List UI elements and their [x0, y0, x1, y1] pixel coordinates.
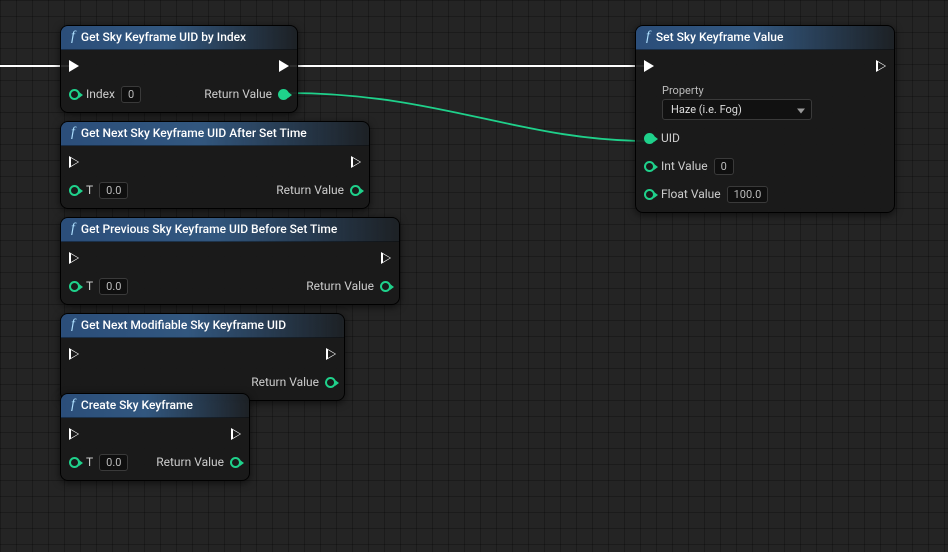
return-value-pin[interactable]: Return Value	[276, 180, 361, 200]
exec-in-pin[interactable]	[69, 248, 128, 268]
pin-label: T	[86, 279, 93, 293]
exec-in-pin[interactable]	[69, 56, 141, 76]
return-value-pin[interactable]: Return Value	[251, 372, 336, 392]
function-icon: f	[646, 30, 650, 44]
node-get-previous-sky-keyframe-uid-before-set-time[interactable]: f Get Previous Sky Keyframe UID Before S…	[60, 217, 400, 305]
node-get-sky-keyframe-uid-by-index[interactable]: f Get Sky Keyframe UID by Index Index 0 …	[60, 25, 298, 113]
index-value[interactable]: 0	[121, 86, 141, 103]
t-value[interactable]: 0.0	[99, 454, 128, 471]
property-label: Property	[662, 84, 812, 97]
index-input-pin[interactable]: Index 0	[69, 84, 141, 104]
node-title: Set Sky Keyframe Value	[656, 30, 784, 44]
t-value[interactable]: 0.0	[99, 278, 128, 295]
t-value[interactable]: 0.0	[99, 182, 128, 199]
exec-out-pin[interactable]	[351, 152, 361, 172]
pin-label: Return Value	[276, 183, 344, 197]
pin-label: T	[86, 183, 93, 197]
pin-label: Return Value	[251, 375, 319, 389]
pin-label: Return Value	[306, 279, 374, 293]
node-header[interactable]: f Get Sky Keyframe UID by Index	[61, 26, 297, 50]
node-header[interactable]: f Get Next Sky Keyframe UID After Set Ti…	[61, 122, 369, 146]
pin-label: Index	[86, 87, 115, 101]
t-input-pin[interactable]: T 0.0	[69, 452, 128, 472]
node-title: Get Next Sky Keyframe UID After Set Time	[81, 126, 307, 140]
node-get-next-modifiable-sky-keyframe-uid[interactable]: f Get Next Modifiable Sky Keyframe UID R…	[60, 313, 345, 401]
exec-out-pin[interactable]	[876, 56, 886, 76]
float-value-input-pin[interactable]: Float Value 100.0	[644, 184, 812, 204]
node-title: Get Previous Sky Keyframe UID Before Set…	[81, 222, 337, 236]
node-header[interactable]: f Get Previous Sky Keyframe UID Before S…	[61, 218, 399, 242]
node-title: Get Next Modifiable Sky Keyframe UID	[81, 318, 286, 332]
return-value-pin[interactable]: Return Value	[156, 452, 241, 472]
exec-in-pin[interactable]	[69, 344, 79, 364]
exec-out-pin[interactable]	[381, 248, 391, 268]
function-icon: f	[71, 30, 75, 44]
pin-label: Return Value	[156, 455, 224, 469]
t-input-pin[interactable]: T 0.0	[69, 276, 128, 296]
exec-out-pin[interactable]	[279, 56, 289, 76]
node-header[interactable]: f Get Next Modifiable Sky Keyframe UID	[61, 314, 344, 338]
node-header[interactable]: f Set Sky Keyframe Value	[636, 26, 894, 50]
function-icon: f	[71, 318, 75, 332]
uid-input-pin[interactable]: UID	[644, 128, 812, 148]
node-create-sky-keyframe[interactable]: f Create Sky Keyframe T 0.0 Return Value	[60, 393, 250, 481]
property-value: Haze (i.e. Fog)	[671, 103, 742, 116]
node-get-next-sky-keyframe-uid-after-set-time[interactable]: f Get Next Sky Keyframe UID After Set Ti…	[60, 121, 370, 209]
node-header[interactable]: f Create Sky Keyframe	[61, 394, 249, 418]
node-set-sky-keyframe-value[interactable]: f Set Sky Keyframe Value Property Haze (…	[635, 25, 895, 213]
float-value[interactable]: 100.0	[727, 186, 769, 203]
pin-label: T	[86, 455, 93, 469]
return-value-pin[interactable]: Return Value	[306, 276, 391, 296]
pin-label: Int Value	[661, 159, 708, 173]
return-value-pin[interactable]: Return Value	[204, 84, 289, 104]
function-icon: f	[71, 398, 75, 412]
exec-in-pin[interactable]	[69, 152, 128, 172]
property-dropdown[interactable]: Haze (i.e. Fog)	[662, 99, 812, 120]
t-input-pin[interactable]: T 0.0	[69, 180, 128, 200]
pin-label: UID	[661, 131, 680, 145]
node-title: Create Sky Keyframe	[81, 398, 193, 412]
pin-label: Return Value	[204, 87, 272, 101]
pin-label: Float Value	[661, 187, 721, 201]
function-icon: f	[71, 126, 75, 140]
exec-in-pin[interactable]	[644, 56, 812, 76]
int-value[interactable]: 0	[714, 158, 734, 175]
exec-out-pin[interactable]	[326, 344, 336, 364]
exec-in-pin[interactable]	[69, 424, 128, 444]
node-title: Get Sky Keyframe UID by Index	[81, 30, 246, 44]
blueprint-canvas[interactable]: f Get Sky Keyframe UID by Index Index 0 …	[0, 0, 948, 552]
function-icon: f	[71, 222, 75, 236]
exec-out-pin[interactable]	[231, 424, 241, 444]
int-value-input-pin[interactable]: Int Value 0	[644, 156, 812, 176]
